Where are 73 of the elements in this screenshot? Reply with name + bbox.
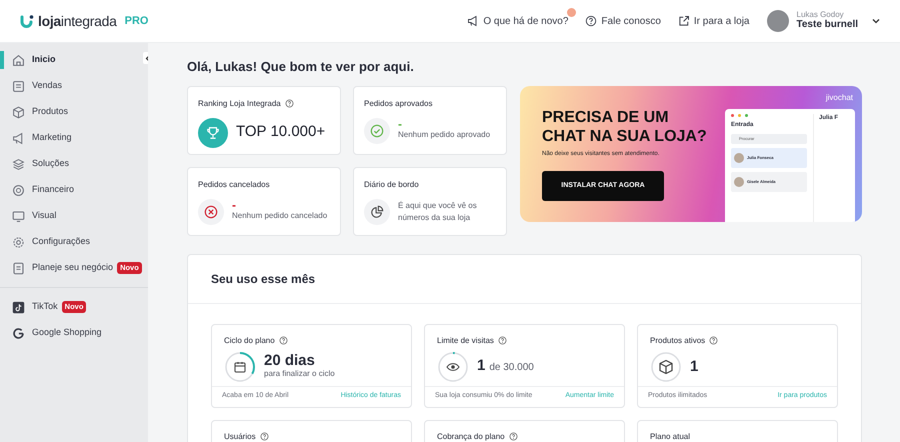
- avatar: [766, 10, 788, 32]
- usage-suffix: de 30.000: [489, 361, 534, 375]
- sidebar-item[interactable]: Financeiro: [0, 177, 74, 203]
- home-icon: [12, 54, 25, 66]
- google-icon: [12, 326, 25, 340]
- sidebar-item[interactable]: Configurações: [0, 229, 90, 255]
- sidebar-item[interactable]: Vendas: [0, 73, 62, 99]
- plan-tag: PRO: [124, 12, 148, 30]
- list-icon: [12, 80, 25, 92]
- card-title: Limite de visitas: [437, 334, 494, 346]
- calendar-icon: [234, 361, 246, 372]
- header-link[interactable]: Ir para a loja: [694, 14, 750, 28]
- card-title: Ciclo do plano: [224, 334, 275, 346]
- card-note: Nenhum pedido cancelado: [232, 210, 328, 222]
- card-title: Pedidos cancelados: [198, 178, 270, 190]
- usage-value: 1: [690, 359, 698, 374]
- card-title: Usuários: [224, 430, 256, 442]
- usage-value: 1: [477, 358, 486, 373]
- check-circle-icon: [364, 118, 390, 144]
- sidebar-item[interactable]: Inicio: [0, 47, 56, 73]
- usage-suffix: para finalizar o ciclo: [264, 368, 335, 380]
- logo-icon: [20, 14, 34, 28]
- help-icon[interactable]: [709, 336, 718, 345]
- card-title: Diário de bordo: [364, 178, 419, 190]
- x-circle-icon: [198, 198, 224, 224]
- settings-icon: [12, 236, 25, 248]
- card-title: Pedidos aprovados: [364, 98, 432, 110]
- brand-logo: jivochat: [826, 92, 853, 104]
- help-icon[interactable]: [260, 432, 269, 441]
- sidebar-item[interactable]: Planeje seu negócio: [0, 255, 114, 281]
- logo-text: lojaintegrada: [38, 12, 117, 31]
- card-note: É aqui que você vê os números da sua loja: [398, 200, 478, 224]
- chevron-down-icon[interactable]: [872, 18, 880, 24]
- card-note: Nenhum pedido aprovado: [398, 129, 490, 142]
- card-title: Cobrança do plano: [437, 430, 505, 442]
- sidebar-item[interactable]: Google Shopping: [0, 320, 102, 346]
- panel-title: Seu uso esse mês: [188, 254, 861, 304]
- monitor-icon: [12, 210, 25, 222]
- sidebar-item[interactable]: Produtos: [0, 99, 68, 125]
- help-icon[interactable]: [278, 336, 288, 345]
- banner-headline: PRECISA DE UM CHAT NA SUA LOJA?: [542, 108, 708, 146]
- document-icon: [12, 262, 25, 274]
- card-title: Produtos ativos: [650, 334, 706, 346]
- card-title: Ranking Loja Integrada: [198, 98, 281, 110]
- eye-icon: [446, 362, 460, 370]
- coin-icon: [12, 184, 25, 196]
- help-icon[interactable]: [508, 432, 518, 441]
- usage-value: 20 dias: [264, 353, 315, 368]
- megaphone-icon: [467, 15, 480, 27]
- order-count: -: [398, 120, 403, 130]
- external-link-icon: [678, 15, 690, 27]
- ranking-value: TOP 10.000+: [236, 122, 326, 142]
- sidebar-item[interactable]: Soluções: [0, 151, 70, 177]
- trophy-icon: [198, 118, 228, 148]
- card-title: Plano atual: [650, 430, 690, 442]
- box-icon: [12, 106, 25, 118]
- user-name: Lukas Godoy: [796, 11, 845, 19]
- greeting: Olá, Lukas! Que bom te ver por aqui.: [187, 58, 415, 76]
- help-icon[interactable]: [498, 336, 507, 345]
- box-icon: [659, 359, 673, 374]
- order-count: -: [232, 200, 237, 210]
- tiktok-icon: [12, 300, 25, 314]
- layers-icon: [12, 158, 25, 170]
- sidebar-item[interactable]: TikTok: [0, 294, 58, 320]
- header-link[interactable]: O que há de novo?: [483, 14, 568, 28]
- store-name: Teste burnell: [796, 19, 858, 31]
- header-link[interactable]: Fale conosco: [601, 14, 661, 28]
- pie-chart-icon: [364, 198, 390, 224]
- help-icon: [585, 15, 598, 27]
- sidebar-item[interactable]: Marketing: [0, 125, 72, 151]
- sidebar-item[interactable]: Visual: [0, 203, 56, 229]
- help-icon[interactable]: [284, 99, 294, 108]
- megaphone-icon: [12, 132, 25, 144]
